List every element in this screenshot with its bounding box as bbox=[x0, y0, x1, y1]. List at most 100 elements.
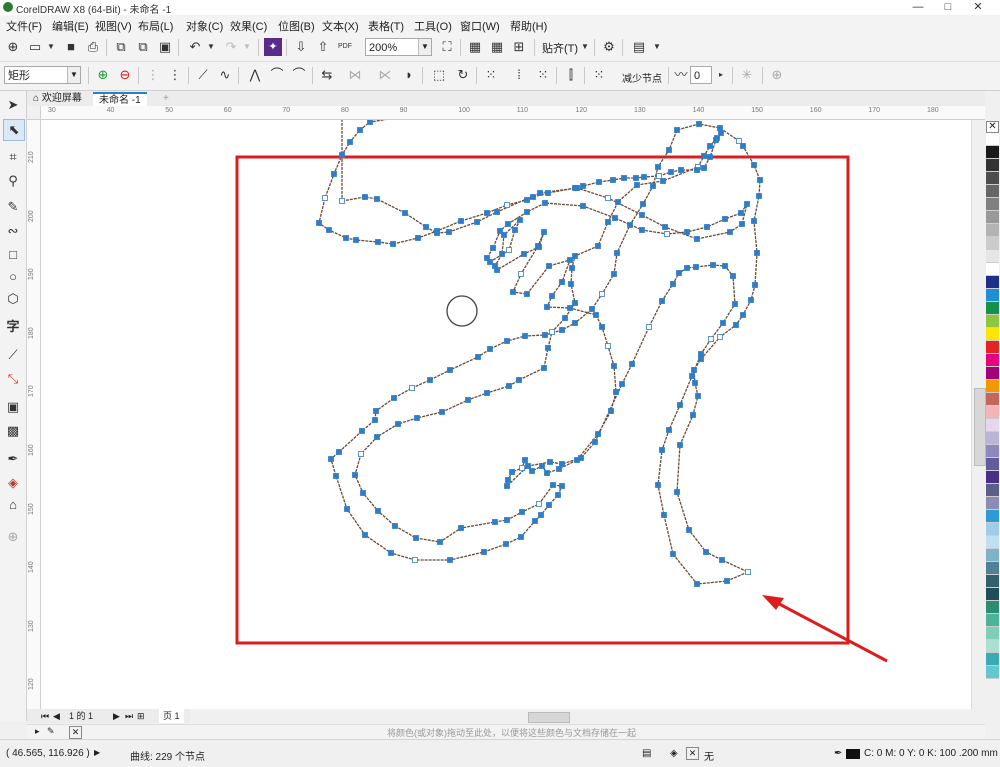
redo-dropdown-icon[interactable]: ▼ bbox=[238, 38, 256, 56]
show-rulers-icon[interactable]: ▦ bbox=[466, 38, 484, 56]
curve-node[interactable] bbox=[701, 165, 707, 171]
palette-swatch[interactable] bbox=[986, 627, 999, 640]
curve-node[interactable] bbox=[751, 218, 757, 224]
palette-swatch[interactable] bbox=[986, 198, 999, 211]
curve-node[interactable] bbox=[487, 259, 493, 265]
last-page-icon[interactable]: ⏭ bbox=[125, 709, 133, 723]
curve-node[interactable] bbox=[458, 525, 464, 531]
curve-node[interactable] bbox=[525, 463, 531, 469]
palette-swatch[interactable] bbox=[986, 341, 999, 354]
curve-node[interactable] bbox=[732, 301, 738, 307]
close-curve-icon[interactable]: ◗ bbox=[400, 66, 418, 84]
publish-pdf-icon[interactable]: PDF bbox=[336, 38, 354, 56]
curve-node[interactable] bbox=[339, 198, 345, 204]
symmetrical-node-icon[interactable]: ⌒ bbox=[290, 66, 308, 84]
options-gear-icon[interactable]: ⚙ bbox=[600, 38, 618, 56]
curve-node[interactable] bbox=[738, 210, 744, 216]
next-page-icon[interactable]: ▶ bbox=[113, 709, 120, 723]
menu-window[interactable]: 窗口(W) bbox=[460, 18, 500, 34]
curve-node[interactable] bbox=[373, 408, 379, 414]
curve-node[interactable] bbox=[572, 253, 578, 259]
curve-node[interactable] bbox=[414, 415, 420, 421]
extend-curve-icon[interactable]: ⋈ bbox=[346, 66, 364, 84]
polygon-tool-icon[interactable]: ⬡ bbox=[3, 289, 23, 309]
cut-icon[interactable]: ⧉ bbox=[112, 38, 130, 56]
palette-swatch[interactable] bbox=[986, 523, 999, 536]
curve-node[interactable] bbox=[518, 534, 524, 540]
curve-node[interactable] bbox=[744, 201, 750, 207]
curve-node[interactable] bbox=[372, 417, 378, 423]
curve-node[interactable] bbox=[465, 397, 471, 403]
curve-node[interactable] bbox=[519, 509, 525, 515]
curve-node[interactable] bbox=[695, 393, 701, 399]
chevron-down-icon[interactable]: ▼ bbox=[67, 67, 80, 83]
curve-node[interactable] bbox=[437, 539, 443, 545]
curve-node[interactable] bbox=[524, 209, 530, 215]
menu-effects[interactable]: 效果(C) bbox=[230, 18, 267, 34]
tab-untitled-1[interactable]: 未命名 -1 bbox=[93, 92, 147, 106]
curve-node[interactable] bbox=[388, 550, 394, 556]
previous-page-icon[interactable]: ◀ bbox=[53, 709, 60, 723]
palette-swatch[interactable] bbox=[986, 146, 999, 159]
curve-node[interactable] bbox=[458, 218, 464, 224]
curve-node[interactable] bbox=[519, 465, 525, 471]
curve-node[interactable] bbox=[559, 483, 565, 489]
curve-node[interactable] bbox=[740, 143, 746, 149]
palette-swatch[interactable] bbox=[986, 185, 999, 198]
curve-node[interactable] bbox=[490, 245, 496, 251]
menu-help[interactable]: 帮助(H) bbox=[510, 18, 547, 34]
curve-node[interactable] bbox=[703, 549, 709, 555]
curve-node[interactable] bbox=[555, 492, 561, 498]
fill-bucket-icon[interactable]: ◈ bbox=[670, 748, 678, 759]
interactive-fill-icon[interactable]: ◈ bbox=[3, 473, 23, 493]
drawing-canvas[interactable] bbox=[41, 112, 971, 709]
curve-node[interactable] bbox=[684, 229, 690, 235]
new-document-icon[interactable]: ⊕ bbox=[4, 38, 22, 56]
menu-file[interactable]: 文件(F) bbox=[6, 18, 42, 34]
curve-node[interactable] bbox=[614, 250, 620, 256]
curve-node[interactable] bbox=[333, 473, 339, 479]
curve-node[interactable] bbox=[510, 289, 516, 295]
curve-node[interactable] bbox=[605, 343, 611, 349]
shape-tool-icon[interactable]: ⬉ bbox=[3, 119, 25, 141]
curve-node[interactable] bbox=[499, 251, 505, 257]
curve-node[interactable] bbox=[578, 455, 584, 461]
curve-node[interactable] bbox=[359, 428, 365, 434]
pick-tool-icon[interactable]: ➤ bbox=[3, 95, 23, 115]
curve-node[interactable] bbox=[516, 377, 522, 383]
menu-text[interactable]: 文本(X) bbox=[322, 18, 359, 34]
curve-node[interactable] bbox=[326, 227, 332, 233]
curve-node[interactable] bbox=[605, 195, 611, 201]
curve-node[interactable] bbox=[646, 324, 652, 330]
curve-node[interactable] bbox=[549, 293, 555, 299]
curve-node[interactable] bbox=[423, 224, 429, 230]
curve-node[interactable] bbox=[722, 263, 728, 269]
curve-node[interactable] bbox=[358, 451, 364, 457]
object-type-combo[interactable]: 矩形 ▼ bbox=[4, 66, 81, 84]
curve-node[interactable] bbox=[567, 257, 573, 263]
curve-node[interactable] bbox=[756, 193, 762, 199]
zoom-level-combo[interactable]: 200% ▼ bbox=[365, 38, 432, 56]
curve-node[interactable] bbox=[343, 235, 349, 241]
curve-node[interactable] bbox=[529, 468, 535, 474]
artistic-media-icon[interactable]: ∾ bbox=[3, 221, 23, 241]
curve-node[interactable] bbox=[595, 431, 601, 437]
curve-node[interactable] bbox=[580, 183, 586, 189]
curve-node[interactable] bbox=[754, 250, 760, 256]
curve-node[interactable] bbox=[690, 412, 696, 418]
rotate-nodes-icon[interactable]: ↻ bbox=[454, 66, 472, 84]
curve-node[interactable] bbox=[487, 346, 493, 352]
curve-node[interactable] bbox=[693, 264, 699, 270]
curve-node[interactable] bbox=[546, 263, 552, 269]
palette-swatch[interactable] bbox=[986, 549, 999, 562]
smoothness-value-field[interactable]: 0 bbox=[690, 66, 712, 84]
curve-node[interactable] bbox=[538, 512, 544, 518]
palette-swatch[interactable] bbox=[986, 302, 999, 315]
palette-swatch[interactable] bbox=[986, 354, 999, 367]
curve-node[interactable] bbox=[504, 483, 510, 489]
curve-node[interactable] bbox=[521, 251, 527, 257]
curve-node[interactable] bbox=[757, 177, 763, 183]
curve-node[interactable] bbox=[662, 224, 668, 230]
curve-node[interactable] bbox=[532, 518, 538, 524]
curve-node[interactable] bbox=[736, 138, 742, 144]
